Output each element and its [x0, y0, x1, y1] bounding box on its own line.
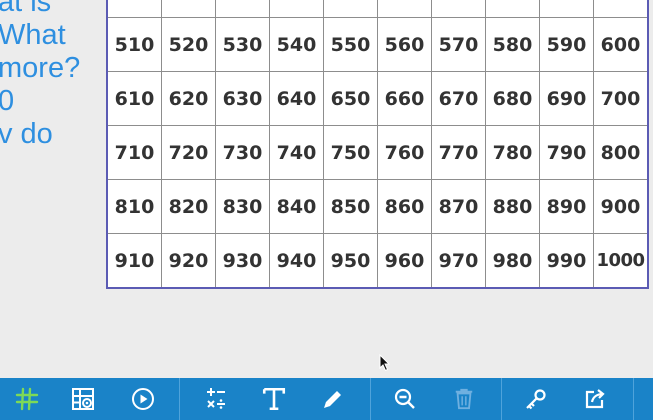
toolbar-divider: [633, 378, 634, 420]
grid-cell[interactable]: 810: [106, 179, 162, 234]
grid-cell[interactable]: [215, 0, 270, 18]
grid-cell[interactable]: 590: [539, 17, 594, 72]
grid-cell[interactable]: 790: [539, 125, 594, 180]
zoom-out-button[interactable]: [385, 378, 425, 420]
grid-cell[interactable]: 660: [377, 71, 432, 126]
grid-cell[interactable]: 930: [215, 233, 270, 289]
grid-cell[interactable]: 730: [215, 125, 270, 180]
toolbar-divider: [179, 378, 180, 420]
hundreds-chart: 510 520 530 540 550 560 570 580 590 600 610 620 630 6…: [106, 0, 649, 289]
share-button[interactable]: [575, 378, 615, 420]
prompt-line: What: [0, 19, 66, 51]
grid-cell[interactable]: 910: [106, 233, 162, 289]
grid-cell[interactable]: 580: [485, 17, 540, 72]
grid-row: 910 920 930 940 950 960 970 980 990 1000: [106, 233, 649, 289]
bottom-toolbar: [0, 378, 653, 420]
prompt-line: more?: [0, 52, 81, 84]
grid-cell[interactable]: 990: [539, 233, 594, 289]
grid-cell[interactable]: 780: [485, 125, 540, 180]
grid-cell[interactable]: 1000: [593, 233, 649, 289]
grid-cell[interactable]: 610: [106, 71, 162, 126]
prompt-line: 0: [0, 85, 15, 117]
grid-cell[interactable]: 900: [593, 179, 649, 234]
grid-row: 810 820 830 840 850 860 870 880 890 900: [106, 179, 649, 234]
grid-cell[interactable]: 620: [161, 71, 216, 126]
trash-icon: [455, 388, 473, 410]
grid-cell[interactable]: 630: [215, 71, 270, 126]
grid-cell[interactable]: [377, 0, 432, 18]
grid-cell[interactable]: 980: [485, 233, 540, 289]
toolbar-divider: [501, 378, 502, 420]
text-tool-button[interactable]: [254, 378, 294, 420]
grid-row: [106, 0, 649, 18]
grid-cell[interactable]: 720: [161, 125, 216, 180]
operations-button[interactable]: [196, 378, 236, 420]
prompt-text: at is What more? 0 v do: [0, 0, 98, 151]
grid-cell[interactable]: 520: [161, 17, 216, 72]
text-icon: [262, 387, 286, 411]
grid-cell[interactable]: 970: [431, 233, 486, 289]
grid-cell[interactable]: 700: [593, 71, 649, 126]
grid-cell[interactable]: 530: [215, 17, 270, 72]
delete-button[interactable]: [444, 378, 484, 420]
grid-cell[interactable]: 880: [485, 179, 540, 234]
grid-cell[interactable]: 750: [323, 125, 378, 180]
grid-cell[interactable]: 770: [431, 125, 486, 180]
grid-cell[interactable]: 550: [323, 17, 378, 72]
play-icon: [132, 388, 154, 410]
grid-cell[interactable]: 830: [215, 179, 270, 234]
pen-icon: [324, 391, 341, 408]
grid-tool-button[interactable]: [7, 378, 47, 420]
grid-cell[interactable]: 710: [106, 125, 162, 180]
grid-cell[interactable]: 870: [431, 179, 486, 234]
grid-cell[interactable]: 510: [106, 17, 162, 72]
grid-cell[interactable]: 650: [323, 71, 378, 126]
grid-cell[interactable]: 640: [269, 71, 324, 126]
operations-icon: [207, 388, 225, 409]
grid-settings-icon: [72, 388, 94, 410]
grid-settings-button[interactable]: [63, 378, 103, 420]
grid-cell[interactable]: [323, 0, 378, 18]
grid-cell[interactable]: 960: [377, 233, 432, 289]
grid-cell[interactable]: [269, 0, 324, 18]
grid-cell[interactable]: 760: [377, 125, 432, 180]
grid-cell[interactable]: 860: [377, 179, 432, 234]
play-button[interactable]: [123, 378, 163, 420]
prompt-line: at is: [0, 0, 52, 18]
grid-cell[interactable]: 560: [377, 17, 432, 72]
grid-row: 510 520 530 540 550 560 570 580 590 600: [106, 17, 649, 72]
grid-cell[interactable]: 820: [161, 179, 216, 234]
grid-cell[interactable]: 840: [269, 179, 324, 234]
grid-cell[interactable]: 540: [269, 17, 324, 72]
key-button[interactable]: [516, 378, 556, 420]
key-icon: [526, 389, 546, 410]
grid-cell[interactable]: 690: [539, 71, 594, 126]
grid-cell[interactable]: 890: [539, 179, 594, 234]
grid-cell[interactable]: [593, 0, 649, 18]
grid-cell[interactable]: 680: [485, 71, 540, 126]
toolbar-divider: [370, 378, 371, 420]
grid-cell[interactable]: 740: [269, 125, 324, 180]
grid-cell[interactable]: [485, 0, 540, 18]
grid-cell[interactable]: 600: [593, 17, 649, 72]
grid-cell[interactable]: [106, 0, 162, 18]
grid-cell[interactable]: 850: [323, 179, 378, 234]
grid-cell[interactable]: 800: [593, 125, 649, 180]
grid-cell[interactable]: 920: [161, 233, 216, 289]
grid-cell[interactable]: [161, 0, 216, 18]
share-icon: [585, 389, 605, 409]
grid-row: 610 620 630 640 650 660 670 680 690 700: [106, 71, 649, 126]
zoom-out-icon: [394, 388, 415, 409]
pen-tool-button[interactable]: [313, 378, 353, 420]
grid-cell[interactable]: 670: [431, 71, 486, 126]
grid-row: 710 720 730 740 750 760 770 780 790 800: [106, 125, 649, 180]
grid-cell[interactable]: 950: [323, 233, 378, 289]
grid-icon: [15, 387, 39, 411]
grid-cell[interactable]: [539, 0, 594, 18]
prompt-line: v do: [0, 118, 53, 150]
mouse-cursor-icon: [379, 354, 391, 372]
grid-cell[interactable]: 940: [269, 233, 324, 289]
grid-cell[interactable]: [431, 0, 486, 18]
grid-cell[interactable]: 570: [431, 17, 486, 72]
